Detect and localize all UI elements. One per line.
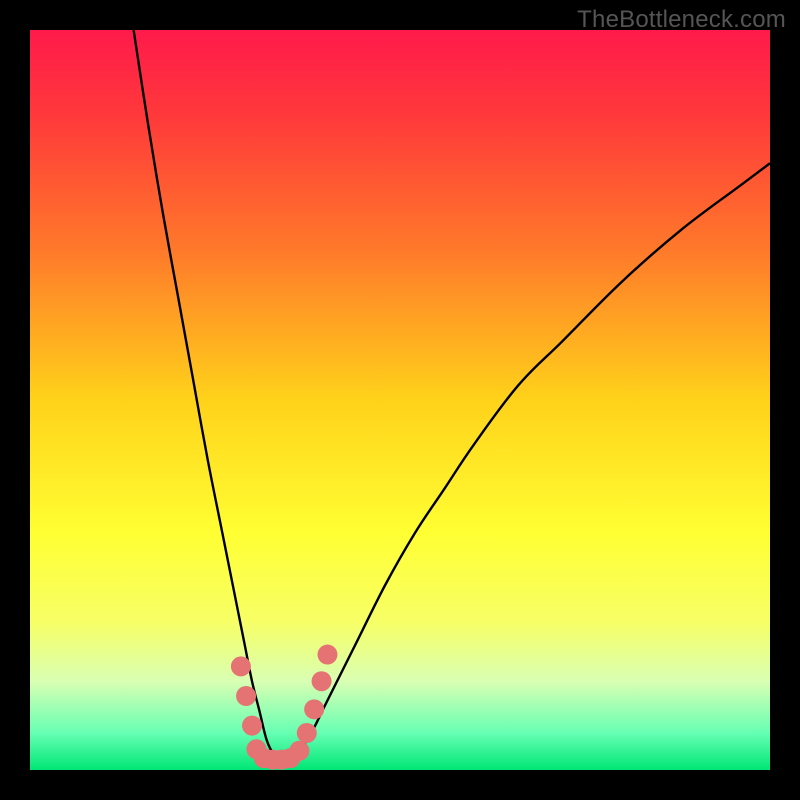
gradient-background	[30, 30, 770, 770]
chart-frame: TheBottleneck.com	[0, 0, 800, 800]
marker-dot	[317, 645, 337, 665]
marker-dot	[312, 671, 332, 691]
marker-dot	[297, 723, 317, 743]
plot-area	[30, 30, 770, 770]
marker-dot	[231, 656, 251, 676]
marker-dot	[289, 741, 309, 761]
marker-dot	[242, 716, 262, 736]
marker-dot	[304, 699, 324, 719]
marker-dot	[236, 686, 256, 706]
watermark-text: TheBottleneck.com	[577, 6, 786, 34]
plot-svg	[30, 30, 770, 770]
